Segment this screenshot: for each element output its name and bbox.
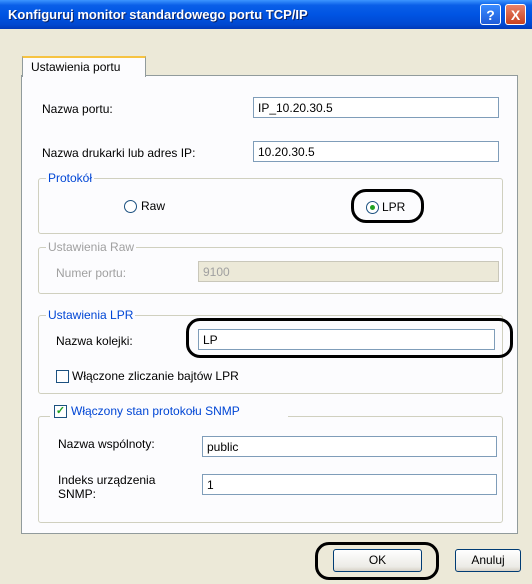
raw-settings-legend: Ustawienia Raw [46, 240, 137, 254]
cancel-button[interactable]: Anuluj [455, 549, 521, 572]
device-index-input[interactable]: 1 [202, 474, 497, 495]
device-index-label-line1: Indeks urządzenia [58, 473, 156, 487]
tab-port-settings[interactable]: Ustawienia portu [22, 56, 146, 77]
lpr-settings-legend: Ustawienia LPR [46, 308, 136, 322]
checkbox-icon-snmp[interactable]: ✓ [54, 405, 67, 418]
byte-count-label[interactable]: Włączone zliczanie bajtów LPR [72, 369, 239, 383]
radio-icon-raw[interactable] [124, 200, 137, 213]
title-bar[interactable]: Konfiguruj monitor standardowego portu T… [0, 0, 532, 29]
queue-name-input[interactable]: LP [198, 329, 495, 350]
community-name-label: Nazwa wspólnoty: [58, 437, 155, 451]
radio-icon-lpr[interactable] [366, 201, 379, 214]
port-name-input[interactable]: IP_10.20.30.5 [253, 97, 499, 118]
window-title: Konfiguruj monitor standardowego portu T… [8, 7, 308, 22]
radio-selected-dot [370, 205, 375, 210]
help-icon[interactable]: ? [480, 4, 501, 25]
raw-port-number-label: Numer portu: [56, 266, 127, 280]
snmp-group [38, 416, 503, 523]
dialog-window: Konfiguruj monitor standardowego portu T… [0, 0, 532, 584]
snmp-enabled-label[interactable]: Włączony stan protokołu SNMP [71, 404, 240, 418]
raw-port-number-input: 9100 [198, 261, 499, 282]
community-name-input[interactable]: public [202, 436, 497, 457]
printer-address-input[interactable]: 10.20.30.5 [253, 141, 499, 162]
checkbox-icon-byte-count[interactable] [56, 370, 69, 383]
raw-radio-label[interactable]: Raw [141, 199, 165, 213]
printer-address-label: Nazwa drukarki lub adres IP: [42, 146, 196, 160]
close-icon[interactable]: X [505, 4, 526, 25]
queue-name-label: Nazwa kolejki: [56, 334, 133, 348]
protocol-legend: Protokół [46, 171, 95, 185]
ok-button[interactable]: OK [333, 549, 422, 572]
port-name-label: Nazwa portu: [42, 102, 113, 116]
protocol-group [38, 178, 503, 234]
lpr-radio-label[interactable]: LPR [382, 200, 405, 214]
device-index-label-line2: SNMP: [58, 487, 97, 501]
